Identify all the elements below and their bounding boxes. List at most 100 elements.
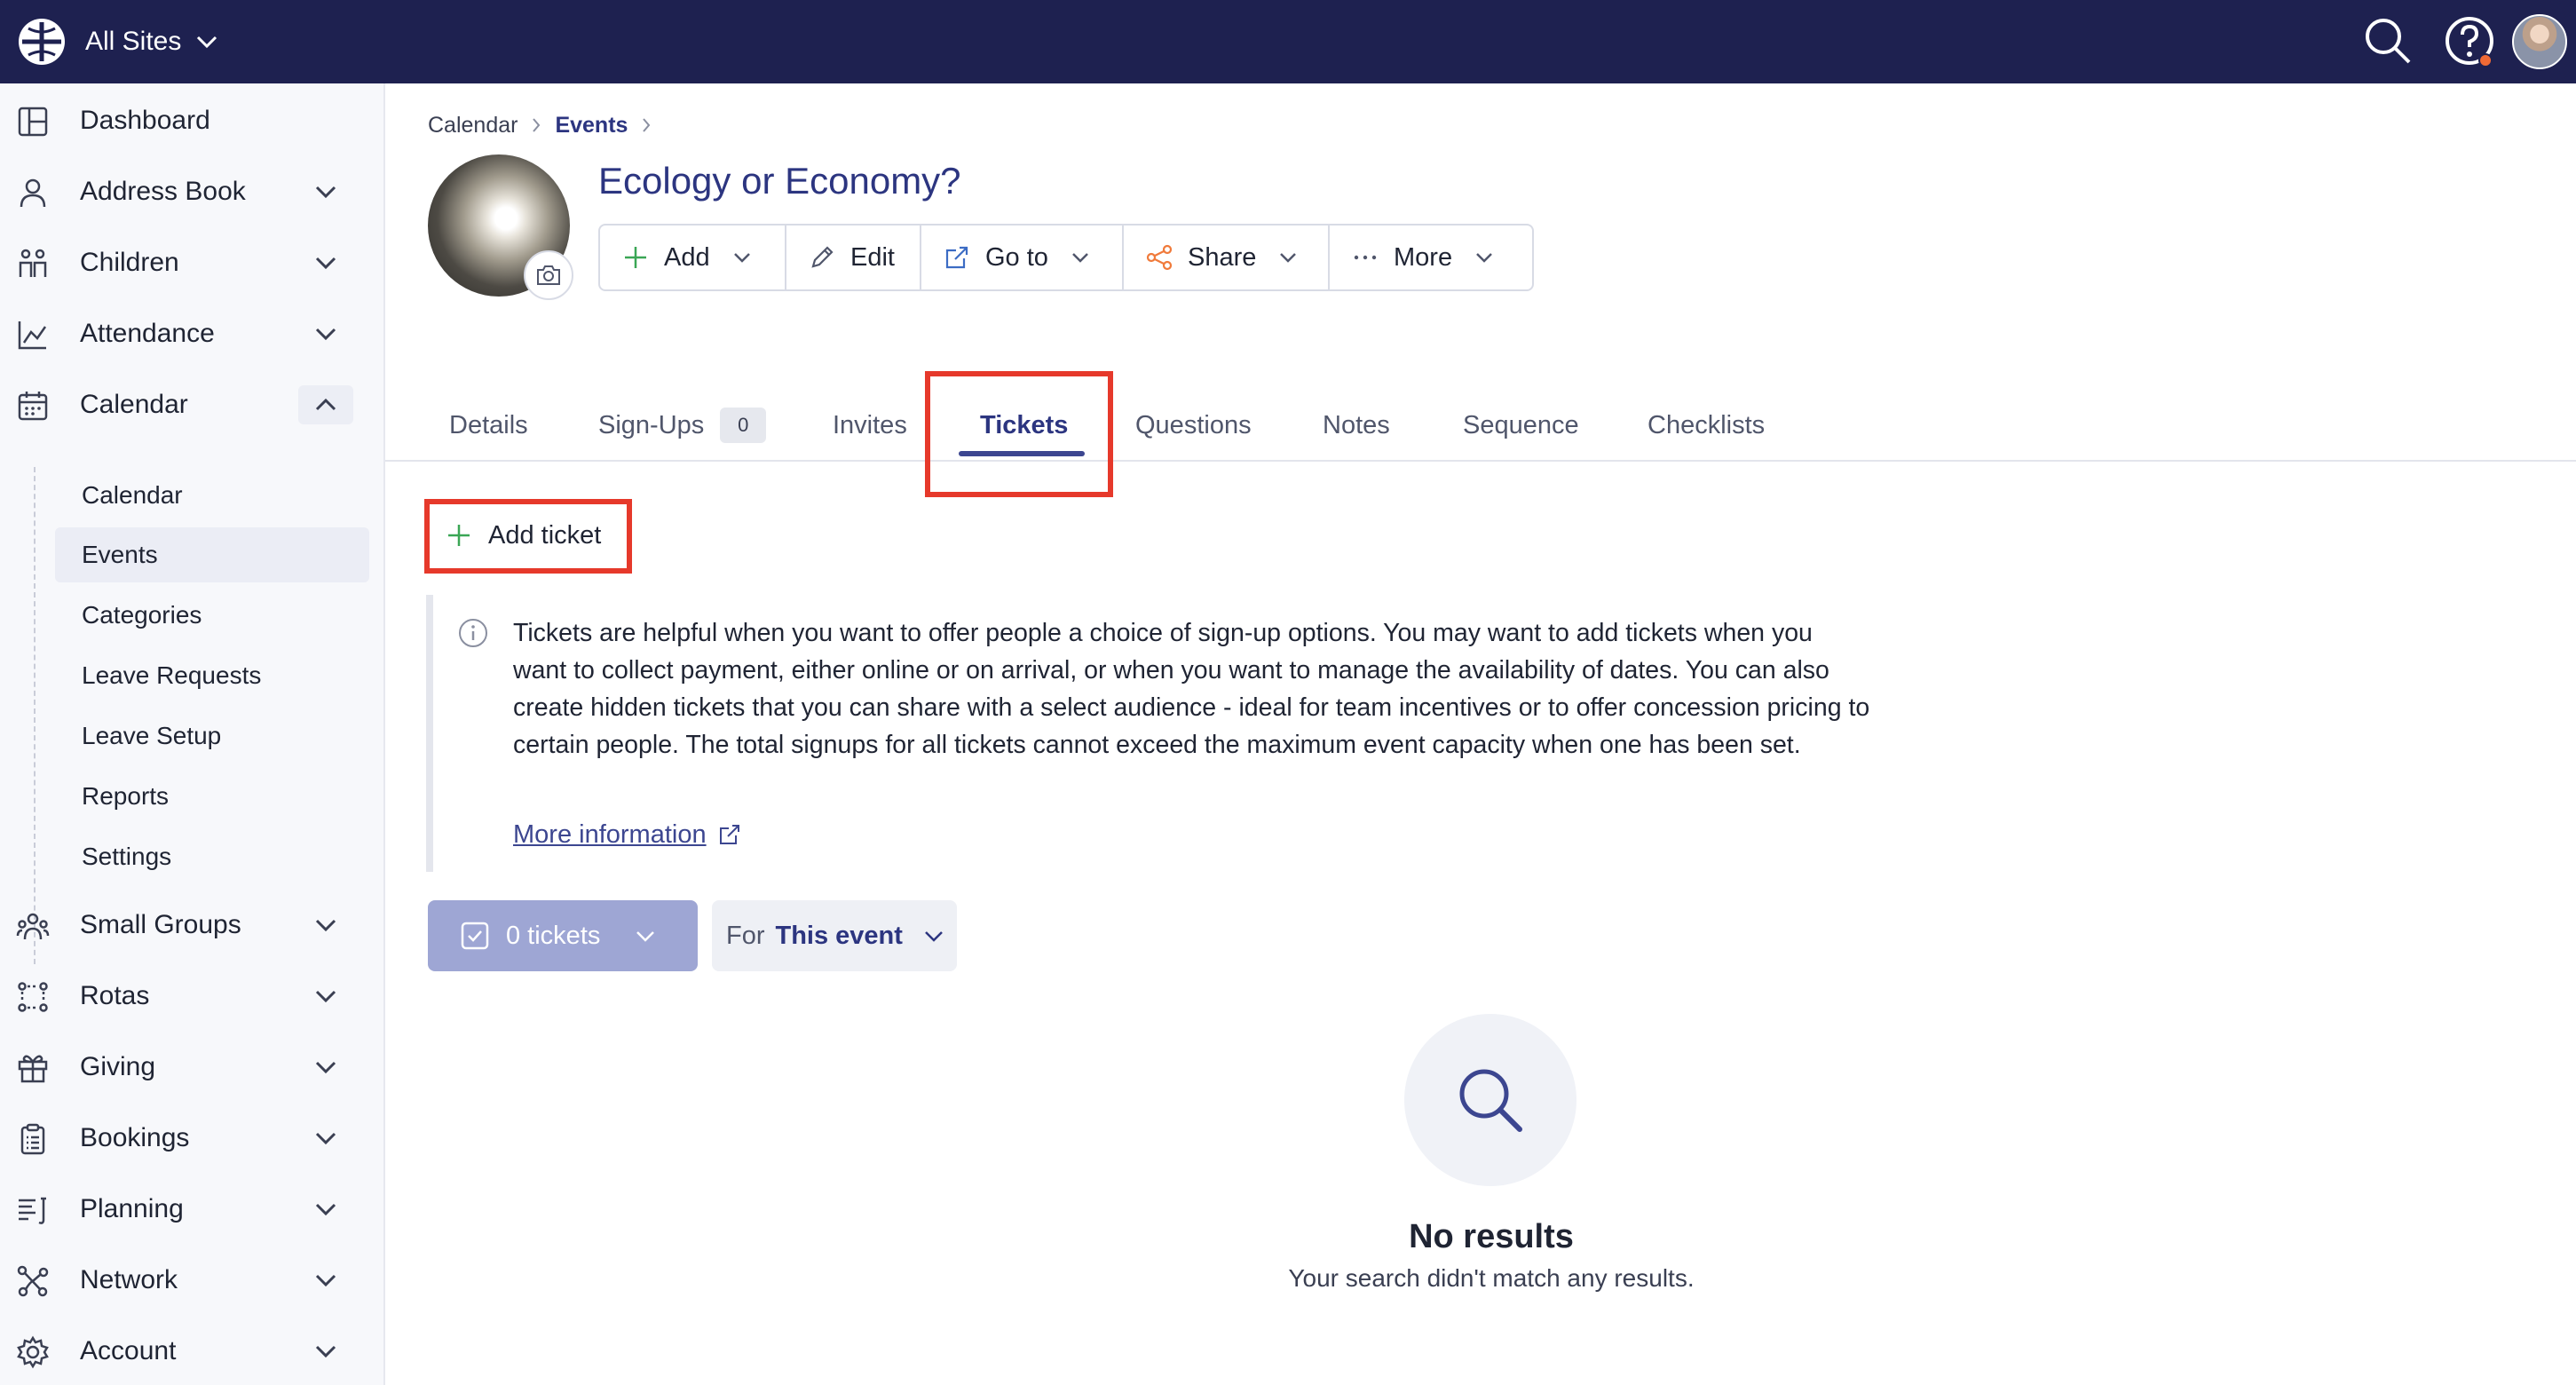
- sidebar-item-label: Planning: [80, 1194, 184, 1223]
- sidebar-subitem-leave-setup[interactable]: Leave Setup: [55, 708, 369, 764]
- chart-icon: [18, 321, 47, 350]
- goto-button-label: Go to: [985, 242, 1048, 272]
- chevron-down-icon[interactable]: [312, 914, 339, 937]
- gift-icon: [18, 1055, 48, 1083]
- children-icon: [19, 249, 47, 277]
- chevron-down-icon[interactable]: [312, 180, 339, 203]
- share-button[interactable]: Share: [1124, 226, 1330, 289]
- sidebar-item-label: Small Groups: [80, 910, 241, 939]
- more-button-label: More: [1394, 242, 1453, 272]
- tab-bar: Details Sign-Ups 0 Invites Tickets Quest…: [385, 391, 2576, 462]
- gear-icon: [17, 1335, 49, 1369]
- sidebar-item-dashboard[interactable]: Dashboard: [0, 85, 385, 156]
- sidebar-item-network[interactable]: Network: [0, 1245, 385, 1316]
- person-icon: [20, 178, 46, 208]
- sidebar-item-label: Account: [80, 1336, 177, 1365]
- scope-dropdown[interactable]: For This event: [712, 900, 957, 971]
- sidebar-item-label: Address Book: [80, 177, 246, 206]
- notification-dot: [2478, 53, 2493, 67]
- tab-sign-ups[interactable]: Sign-Ups 0: [598, 391, 767, 460]
- sidebar-item-children[interactable]: Children: [0, 227, 385, 298]
- edit-button-label: Edit: [850, 242, 895, 272]
- chevron-right-icon: [643, 118, 651, 132]
- sidebar-item-account[interactable]: Account: [0, 1316, 385, 1385]
- tab-checklists[interactable]: Checklists: [1648, 391, 1765, 460]
- breadcrumb-calendar[interactable]: Calendar: [428, 113, 518, 138]
- breadcrumb-events[interactable]: Events: [555, 113, 628, 138]
- sidebar-item-label: Children: [80, 248, 179, 277]
- sidebar-subitem-calendar[interactable]: Calendar: [55, 468, 369, 523]
- chevron-down-icon[interactable]: [312, 1340, 339, 1363]
- sidebar-subitem-categories[interactable]: Categories: [55, 588, 369, 643]
- sidebar: Dashboard Address Book Children Attendan…: [0, 83, 385, 1385]
- camera-icon: [537, 265, 560, 285]
- tickets-count-dropdown[interactable]: 0 tickets: [428, 900, 698, 971]
- sidebar-subitem-events[interactable]: Events: [55, 527, 369, 582]
- logo-icon[interactable]: [16, 16, 67, 67]
- sidebar-item-calendar[interactable]: Calendar: [0, 369, 385, 440]
- sidebar-item-address-book[interactable]: Address Book: [0, 156, 385, 227]
- site-switcher[interactable]: All Sites: [85, 0, 218, 83]
- goto-button[interactable]: Go to: [921, 226, 1124, 289]
- tab-sequence[interactable]: Sequence: [1463, 391, 1579, 460]
- sidebar-item-label: Calendar: [80, 390, 188, 419]
- chevron-down-icon: [636, 931, 655, 942]
- highlight-box-tickets-tab: [925, 371, 1113, 497]
- chevron-down-icon[interactable]: [312, 1198, 339, 1221]
- sidebar-subitem-reports[interactable]: Reports: [55, 769, 369, 824]
- top-bar: All Sites: [0, 0, 2576, 83]
- tab-label: Details: [449, 410, 528, 439]
- chevron-down-icon[interactable]: [312, 1056, 339, 1079]
- chevron-down-icon[interactable]: [312, 322, 339, 345]
- more-information-link[interactable]: More information: [513, 815, 742, 854]
- tab-label: Invites: [833, 410, 907, 439]
- search-icon[interactable]: [2361, 14, 2414, 67]
- tab-questions[interactable]: Questions: [1135, 391, 1252, 460]
- chevron-down-icon: [733, 253, 750, 263]
- chevron-down-icon: [925, 931, 943, 942]
- chevron-up-icon: [315, 398, 336, 411]
- chevron-down-icon[interactable]: [312, 985, 339, 1008]
- external-link-icon: [719, 825, 739, 844]
- empty-state-subtitle: Your search didn't match any results.: [1288, 1264, 1695, 1292]
- chevron-down-icon[interactable]: [312, 1269, 339, 1292]
- sidebar-item-label: Dashboard: [80, 106, 210, 135]
- more-button[interactable]: More: [1330, 226, 1532, 289]
- add-button[interactable]: Add: [600, 226, 786, 289]
- sidebar-subitem-settings[interactable]: Settings: [55, 829, 369, 884]
- tab-notes[interactable]: Notes: [1323, 391, 1390, 460]
- tab-details[interactable]: Details: [449, 391, 528, 460]
- sidebar-item-planning[interactable]: Planning: [0, 1174, 385, 1245]
- highlight-box-add-ticket: [424, 499, 632, 574]
- clipboard-icon: [20, 1123, 45, 1155]
- add-button-label: Add: [664, 242, 710, 272]
- calendar-icon: [18, 392, 48, 421]
- count-badge: 0: [720, 408, 767, 443]
- checkbox-icon: [461, 922, 489, 950]
- share-icon: [1146, 244, 1173, 271]
- sidebar-item-rotas[interactable]: Rotas: [0, 961, 385, 1032]
- change-photo-button[interactable]: [524, 250, 573, 300]
- sidebar-item-attendance[interactable]: Attendance: [0, 298, 385, 369]
- sidebar-item-small-groups[interactable]: Small Groups: [0, 890, 385, 961]
- tab-invites[interactable]: Invites: [833, 391, 907, 460]
- page-title: Ecology or Economy?: [598, 160, 961, 202]
- user-avatar[interactable]: [2512, 14, 2567, 69]
- sidebar-subitem-leave-requests[interactable]: Leave Requests: [55, 648, 369, 703]
- site-switcher-label: All Sites: [85, 27, 182, 56]
- network-icon: [17, 1265, 49, 1297]
- sidebar-item-label: Giving: [80, 1052, 156, 1081]
- edit-button[interactable]: Edit: [786, 226, 921, 289]
- more-information-label: More information: [513, 819, 707, 849]
- sidebar-item-giving[interactable]: Giving: [0, 1032, 385, 1103]
- chevron-right-icon: [533, 118, 541, 132]
- dashboard-icon: [18, 107, 48, 137]
- tickets-count-label: 0 tickets: [506, 921, 601, 950]
- sidebar-item-label: Network: [80, 1265, 178, 1294]
- scope-value: This event: [775, 921, 903, 950]
- chevron-down-icon[interactable]: [312, 1127, 339, 1150]
- sidebar-item-bookings[interactable]: Bookings: [0, 1103, 385, 1174]
- ellipsis-icon: [1354, 255, 1377, 260]
- chevron-down-icon[interactable]: [312, 251, 339, 274]
- share-button-label: Share: [1188, 242, 1257, 272]
